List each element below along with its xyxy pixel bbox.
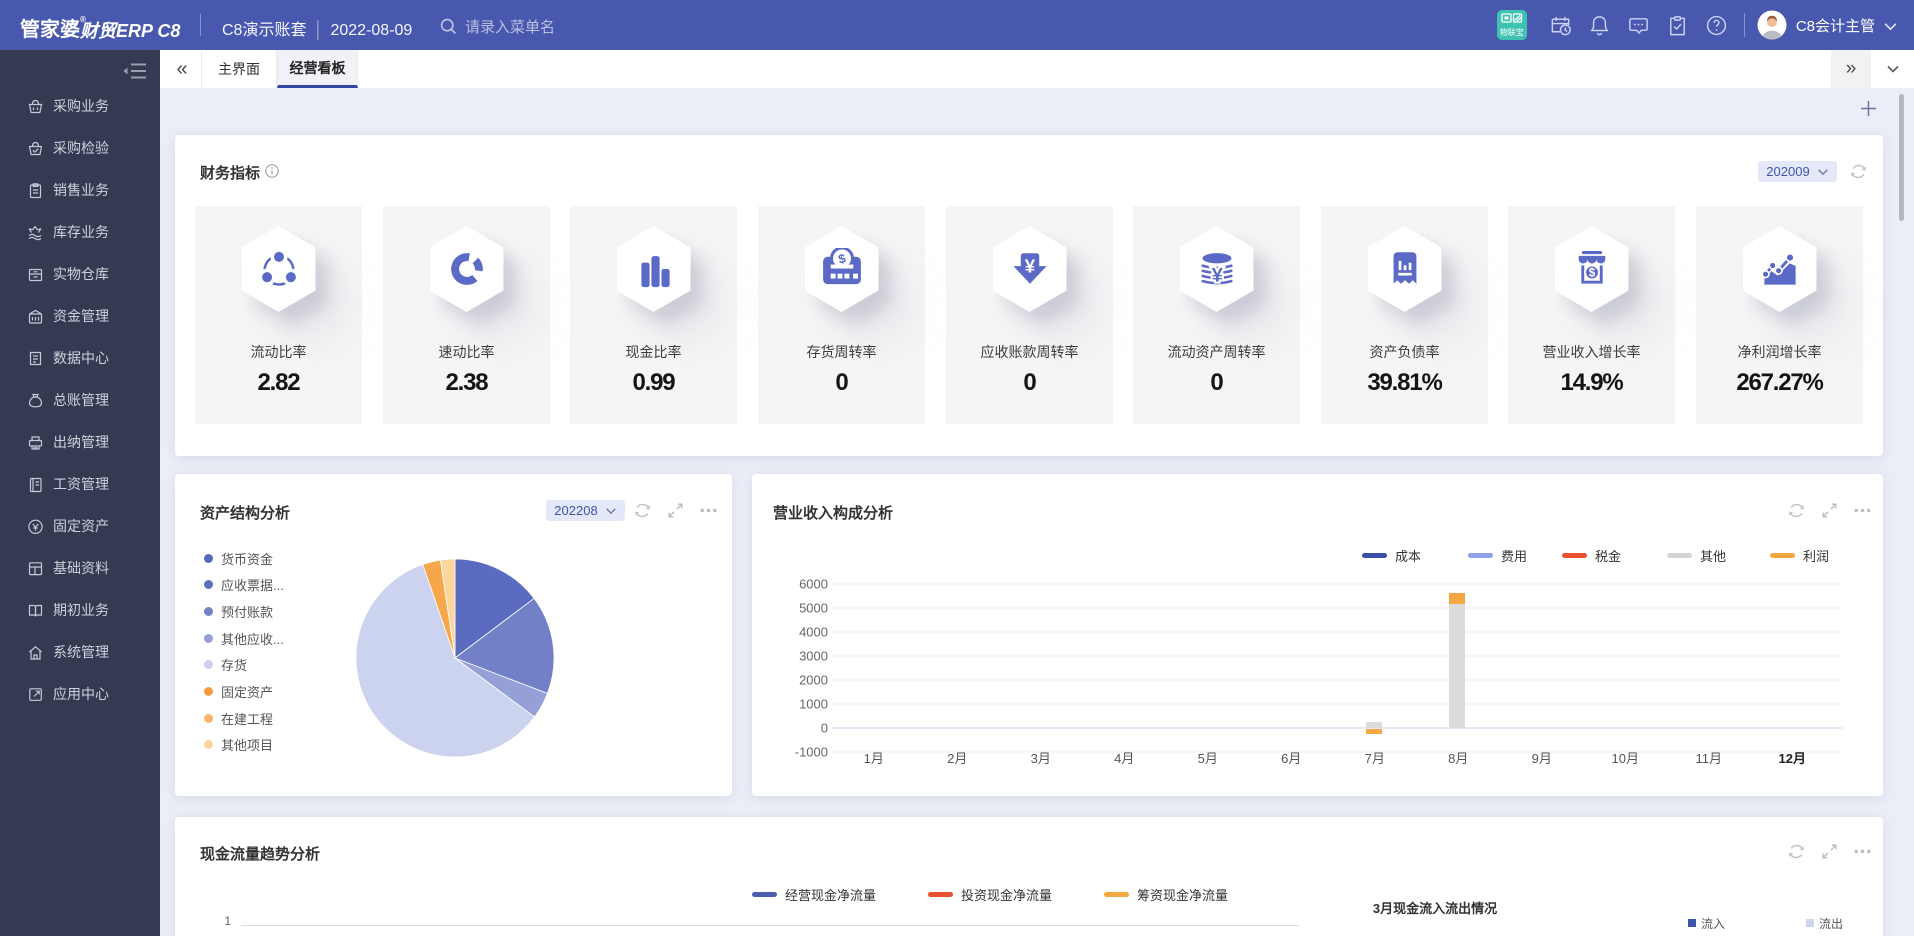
svg-text:¥: ¥ [1211,264,1222,286]
svg-text:8月: 8月 [1448,751,1468,766]
svg-text:7月: 7月 [1365,751,1385,766]
svg-text:5000: 5000 [799,601,828,616]
svg-text:¥: ¥ [1024,256,1035,277]
svg-text:3000: 3000 [799,649,828,664]
svg-text:12月: 12月 [1779,751,1806,766]
svg-text:10月: 10月 [1612,751,1639,766]
svg-text:11月: 11月 [1696,751,1723,766]
svg-text:$: $ [1588,267,1595,280]
svg-text:1月: 1月 [864,751,884,766]
svg-text:4月: 4月 [1114,751,1134,766]
svg-text:2月: 2月 [947,751,967,766]
svg-text:6000: 6000 [799,577,828,592]
svg-text:-1000: -1000 [795,745,828,760]
svg-text:6月: 6月 [1281,751,1301,766]
svg-text:1000: 1000 [799,697,828,712]
svg-text:3月: 3月 [1031,751,1051,766]
svg-text:0: 0 [821,721,828,736]
svg-text:2000: 2000 [799,673,828,688]
svg-text:4000: 4000 [799,625,828,640]
svg-text:9月: 9月 [1532,751,1552,766]
svg-text:5月: 5月 [1198,751,1218,766]
